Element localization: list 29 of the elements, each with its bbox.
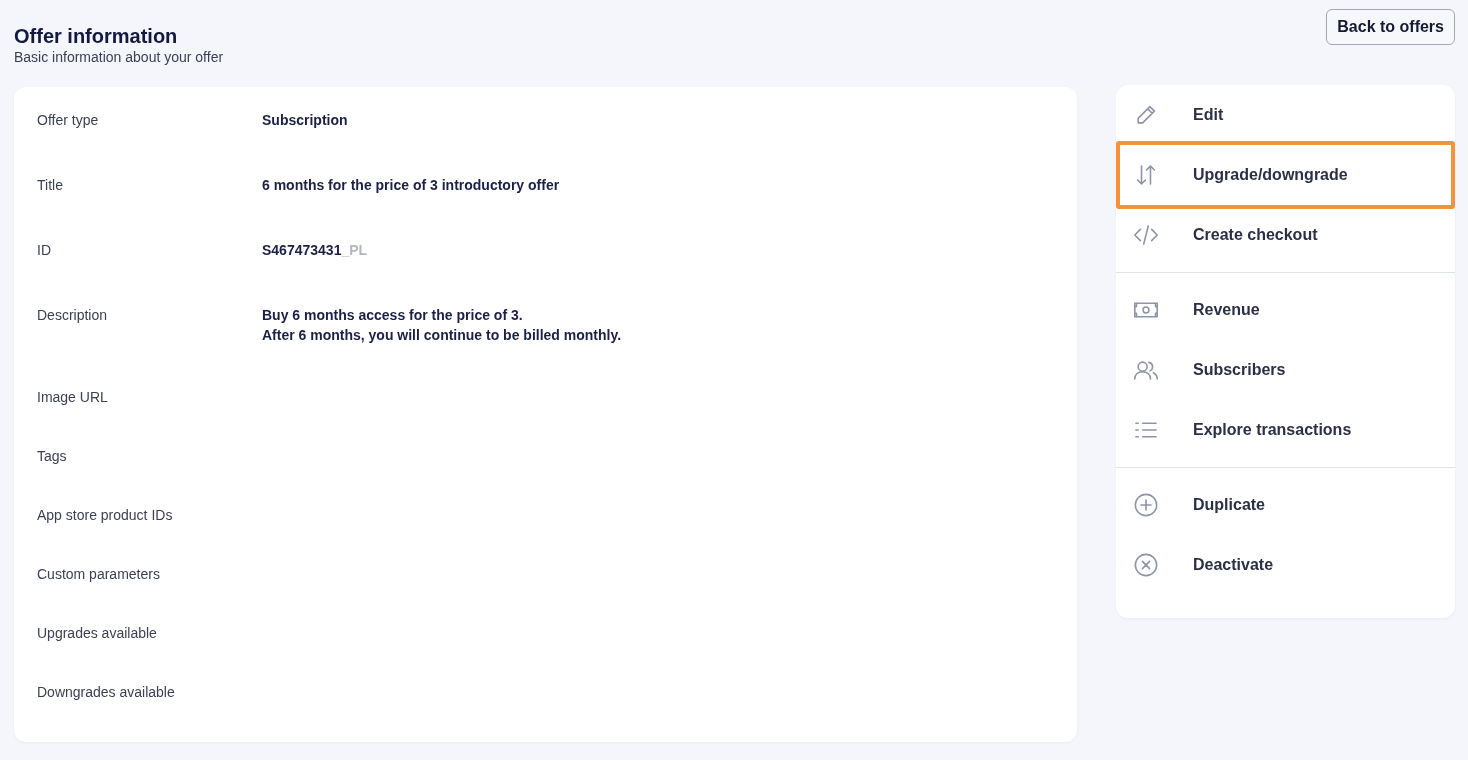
- menu-item[interactable]: Deactivate: [1116, 535, 1455, 595]
- arrows-up-down-icon: [1134, 163, 1158, 187]
- field-label: Title: [37, 175, 64, 195]
- field-label: ID: [37, 240, 52, 260]
- field-label: Upgrades available: [37, 623, 158, 643]
- back-button[interactable]: Back to offers: [1326, 9, 1455, 45]
- field-label: Downgrades available: [37, 682, 176, 702]
- field-value: Subscription: [262, 110, 349, 130]
- field-value: S467473431_PL: [262, 240, 369, 260]
- page-title: Offer information: [14, 25, 179, 47]
- field-value: Buy 6 months access for the price of 3. After 6 months, you will continue to be billed monthly.: [262, 305, 623, 345]
- menu-item[interactable]: Upgrade/downgrade: [1116, 141, 1455, 209]
- people-icon: [1134, 358, 1158, 382]
- menu-item[interactable]: Revenue: [1116, 280, 1455, 340]
- field-value: 6 months for the price of 3 introductory offer: [262, 175, 561, 195]
- menu-item[interactable]: Explore transactions: [1116, 400, 1455, 460]
- close-circle-icon: [1134, 553, 1158, 577]
- menu-item[interactable]: Subscribers: [1116, 340, 1455, 400]
- field-label: Custom parameters: [37, 564, 161, 584]
- field-label: Description: [37, 305, 109, 325]
- field-label: Image URL: [37, 387, 109, 407]
- code-icon: [1134, 223, 1158, 247]
- field-label: Tags: [37, 446, 68, 466]
- field-label: App store product IDs: [37, 505, 174, 525]
- pencil-icon: [1134, 103, 1158, 127]
- field-label: Offer type: [37, 110, 100, 130]
- menu-item[interactable]: Duplicate: [1116, 475, 1455, 535]
- page-subtitle: Basic information about your offer: [14, 48, 224, 66]
- plus-circle-icon: [1134, 493, 1158, 517]
